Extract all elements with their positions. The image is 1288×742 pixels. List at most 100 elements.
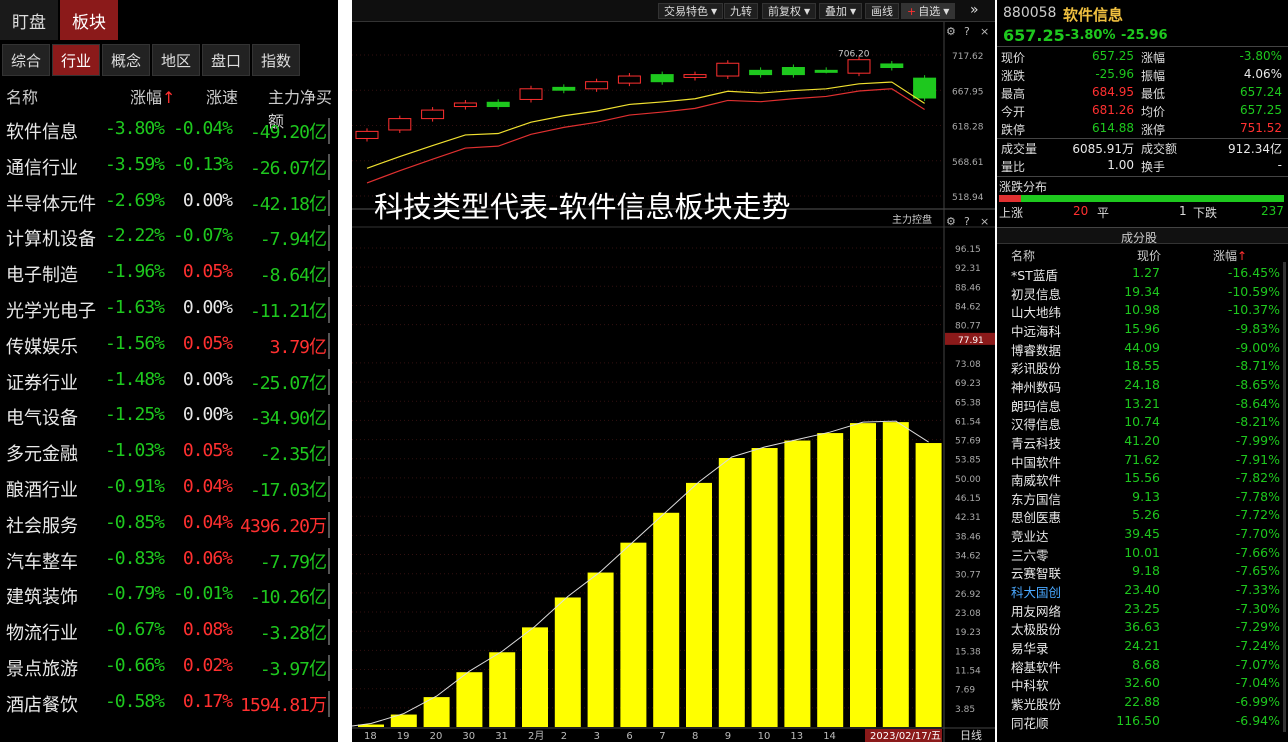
sector-row[interactable]: 软件信息 -3.80% -0.04% -49.20亿	[0, 112, 336, 148]
flow-y-tick: 84.62	[955, 302, 981, 312]
sub-tab-3[interactable]: 地区	[152, 44, 200, 76]
sector-row[interactable]: 汽车整车 -0.83% 0.06% -7.79亿	[0, 542, 336, 578]
constituent-row[interactable]: 用友网络 23.25 -7.30%	[997, 600, 1288, 619]
sub-tab-2[interactable]: 概念	[102, 44, 150, 76]
sector-flow: 4396.20万	[240, 511, 330, 538]
sector-flow: -10.26亿	[250, 583, 330, 610]
expand-icon[interactable]: »	[970, 2, 979, 18]
quote-label: 跌停	[1001, 123, 1026, 137]
sector-row[interactable]: 多元金融 -1.03% 0.05% -2.35亿	[0, 434, 336, 470]
change-amount: -25.96	[1121, 28, 1168, 43]
flow-bar	[784, 440, 811, 727]
constituent-row[interactable]: 思创医惠 5.26 -7.72%	[997, 506, 1288, 525]
daily-tab[interactable]: 日线	[960, 728, 982, 742]
constituent-row[interactable]: 科大国创 23.40 -7.33%	[997, 581, 1288, 600]
sub-tab-4[interactable]: 盘口	[202, 44, 250, 76]
constituent-row[interactable]: 汉得信息 10.74 -8.21%	[997, 413, 1288, 432]
col-header-pct[interactable]: 涨幅↑	[130, 84, 175, 110]
constituent-row[interactable]: 彩讯股份 18.55 -8.71%	[997, 357, 1288, 376]
help-icon[interactable]: ?	[964, 215, 970, 228]
sector-speed: 0.04%	[182, 511, 233, 533]
sector-pct: -1.48%	[104, 368, 165, 390]
constituent-row[interactable]: 三六零 10.01 -7.66%	[997, 544, 1288, 563]
col-header-speed[interactable]: 涨速	[206, 84, 238, 110]
top-tab-1[interactable]: 板块	[60, 0, 118, 40]
constituent-row[interactable]: 神州数码 24.18 -8.65%	[997, 376, 1288, 395]
sector-row[interactable]: 光学光电子 -1.63% 0.00% -11.21亿	[0, 291, 336, 327]
toolbar-btn-2[interactable]: 前复权 ▼	[762, 3, 817, 19]
toolbar-btn-0[interactable]: 交易特色 ▼	[658, 3, 724, 19]
dropdown-arrow-icon: ▼	[711, 6, 718, 16]
sub-tab-1[interactable]: 行业	[52, 44, 100, 76]
gear-icon[interactable]: ⚙	[946, 215, 956, 228]
flow-y-tick: 61.54	[955, 417, 981, 427]
constituent-row[interactable]: 中国软件 71.62 -7.91%	[997, 451, 1288, 470]
top-tab-0[interactable]: 盯盘	[0, 0, 58, 40]
sector-row[interactable]: 酒店餐饮 -0.58% 0.17% 1594.81万	[0, 685, 336, 721]
sector-speed: 0.00%	[182, 297, 233, 318]
quote-value: 681.26	[1092, 103, 1134, 117]
constituent-price: 71.62	[1124, 451, 1160, 467]
constituents-scrollbar[interactable]	[1283, 262, 1286, 732]
flow-y-tick: 88.46	[955, 283, 981, 293]
sector-pct: -2.22%	[104, 225, 165, 247]
quote-label: 涨幅	[1141, 51, 1166, 65]
constituent-price: 9.13	[1132, 488, 1160, 504]
constituent-row[interactable]: 云赛智联 9.18 -7.65%	[997, 562, 1288, 581]
const-col-pct[interactable]: 涨幅↑	[1213, 247, 1247, 264]
toolbar-label: 交易特色	[664, 5, 708, 18]
sector-name: 证券行业	[6, 372, 78, 394]
gear-icon[interactable]: ⚙	[946, 25, 956, 38]
chart-svg[interactable]: ⚙? × ⚙? × 717.62 667.95 618.28 568.61 518.94 706.…	[352, 22, 995, 742]
constituent-pct: -7.78%	[1235, 488, 1280, 504]
x-axis-label: 20	[430, 731, 443, 742]
close-icon[interactable]: ×	[980, 25, 989, 38]
constituent-row[interactable]: 太极股份 36.63 -7.29%	[997, 618, 1288, 637]
constituent-pct: -7.66%	[1235, 544, 1280, 560]
col-header-name[interactable]: 名称	[6, 84, 38, 110]
constituent-row[interactable]: 紫光股份 22.88 -6.99%	[997, 693, 1288, 712]
col-header-flow[interactable]: 主力净买额	[268, 84, 338, 131]
constituent-row[interactable]: 东方国信 9.13 -7.78%	[997, 488, 1288, 507]
toolbar-btn-1[interactable]: 九转	[724, 3, 758, 19]
toolbar-btn-4[interactable]: 画线	[865, 3, 899, 19]
sector-row[interactable]: 物流行业 -0.67% 0.08% -3.28亿	[0, 613, 336, 649]
toolbar-btn-3[interactable]: 叠加 ▼	[819, 3, 863, 19]
sector-row[interactable]: 传媒娱乐 -1.56% 0.05% 3.79亿	[0, 327, 336, 363]
sub-tab-5[interactable]: 指数	[252, 44, 300, 76]
sector-row[interactable]: 通信行业 -3.59% -0.13% -26.07亿	[0, 148, 336, 184]
flow-bar	[522, 627, 548, 727]
x-axis-label: 3	[594, 731, 600, 742]
constituent-row[interactable]: 博睿数据 44.09 -9.00%	[997, 339, 1288, 358]
constituent-row[interactable]: 山大地纬 10.98 -10.37%	[997, 301, 1288, 320]
constituent-row[interactable]: 朗玛信息 13.21 -8.64%	[997, 395, 1288, 414]
sector-row[interactable]: 电子制造 -1.96% 0.05% -8.64亿	[0, 255, 336, 291]
sector-row[interactable]: 证券行业 -1.48% 0.00% -25.07亿	[0, 363, 336, 399]
sector-row[interactable]: 建筑装饰 -0.79% -0.01% -10.26亿	[0, 577, 336, 613]
toolbar-btn-5[interactable]: + 自选 ▼	[901, 3, 956, 19]
sector-row[interactable]: 景点旅游 -0.66% 0.02% -3.97亿	[0, 649, 336, 685]
constituent-row[interactable]: 青云科技 41.20 -7.99%	[997, 432, 1288, 451]
sector-row[interactable]: 半导体元件 -2.69% 0.00% -42.18亿	[0, 184, 336, 220]
sub-tab-0[interactable]: 综合	[2, 44, 50, 76]
constituent-row[interactable]: 初灵信息 19.34 -10.59%	[997, 283, 1288, 302]
sector-name: 建筑装饰	[6, 587, 78, 609]
constituent-row[interactable]: 榕基软件 8.68 -7.07%	[997, 656, 1288, 675]
x-axis-label: 7	[659, 731, 665, 742]
sector-name: 通信行业	[6, 157, 78, 179]
constituent-row[interactable]: 中科软 32.60 -7.04%	[997, 674, 1288, 693]
constituent-row[interactable]: 竞业达 39.45 -7.70%	[997, 525, 1288, 544]
sector-row[interactable]: 电气设备 -1.25% 0.00% -34.90亿	[0, 398, 336, 434]
help-icon[interactable]: ?	[964, 25, 970, 38]
close-icon[interactable]: ×	[980, 215, 989, 228]
sector-row[interactable]: 酿酒行业 -0.91% 0.04% -17.03亿	[0, 470, 336, 506]
constituent-row[interactable]: 同花顺 116.50 -6.94%	[997, 712, 1288, 731]
sector-row[interactable]: 计算机设备 -2.22% -0.07% -7.94亿	[0, 219, 336, 255]
sector-row[interactable]: 社会服务 -0.85% 0.04% 4396.20万	[0, 506, 336, 542]
constituent-row[interactable]: *ST蓝盾 1.27 -16.45%	[997, 264, 1288, 283]
const-col-name[interactable]: 名称	[1011, 247, 1035, 264]
constituent-row[interactable]: 易华录 24.21 -7.24%	[997, 637, 1288, 656]
const-col-price[interactable]: 现价	[1137, 247, 1161, 264]
constituent-row[interactable]: 中远海科 15.96 -9.83%	[997, 320, 1288, 339]
constituent-row[interactable]: 南威软件 15.56 -7.82%	[997, 469, 1288, 488]
